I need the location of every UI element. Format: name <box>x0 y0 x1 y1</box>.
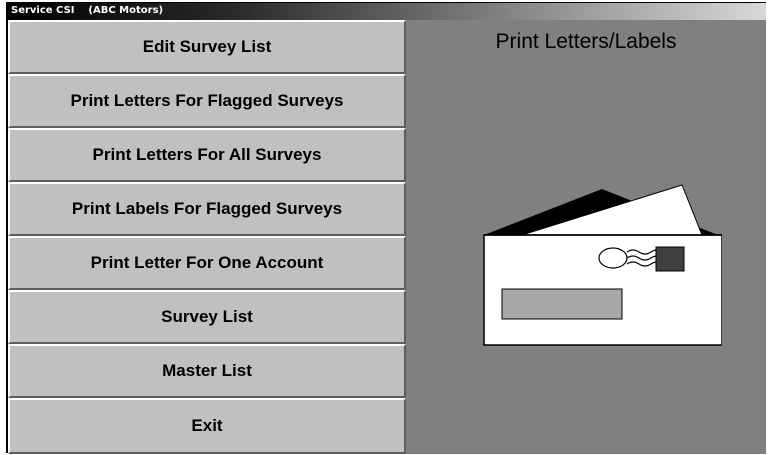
menu-panel: Edit Survey List Print Letters For Flagg… <box>8 20 406 454</box>
print-letters-flagged-button[interactable]: Print Letters For Flagged Surveys <box>8 74 406 128</box>
print-letters-all-button[interactable]: Print Letters For All Surveys <box>8 128 406 182</box>
content-panel: Print Letters/Labels <box>406 20 766 454</box>
print-labels-flagged-button[interactable]: Print Labels For Flagged Surveys <box>8 182 406 236</box>
title-bar[interactable]: Service CSI (ABC Motors) <box>8 3 766 20</box>
print-letter-one-account-button[interactable]: Print Letter For One Account <box>8 236 406 290</box>
master-list-button[interactable]: Master List <box>8 344 406 398</box>
edit-survey-list-button[interactable]: Edit Survey List <box>8 20 406 74</box>
envelope-icon <box>482 179 723 356</box>
window-title: Service CSI (ABC Motors) <box>11 5 164 16</box>
exit-button[interactable]: Exit <box>8 398 406 454</box>
panel-title: Print Letters/Labels <box>495 30 677 53</box>
app-window: Service CSI (ABC Motors) Edit Survey Lis… <box>6 2 766 454</box>
survey-list-button[interactable]: Survey List <box>8 290 406 344</box>
